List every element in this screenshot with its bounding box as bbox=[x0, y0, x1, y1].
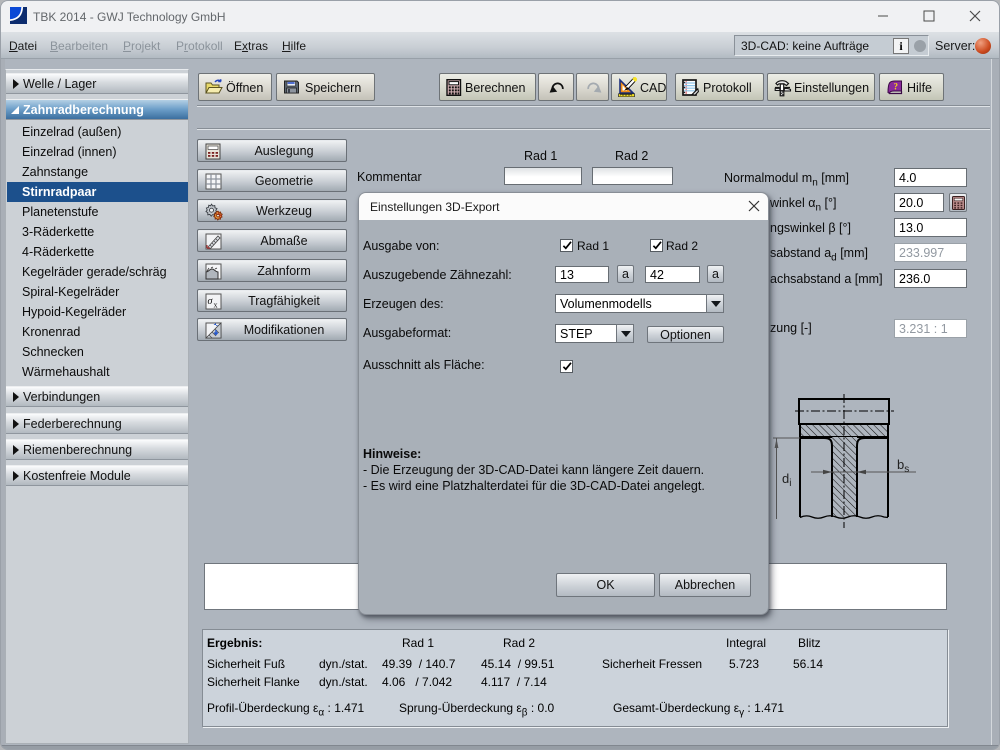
svg-text:?: ? bbox=[894, 82, 899, 92]
svg-text:di: di bbox=[782, 471, 791, 489]
svg-text:x: x bbox=[214, 300, 218, 309]
